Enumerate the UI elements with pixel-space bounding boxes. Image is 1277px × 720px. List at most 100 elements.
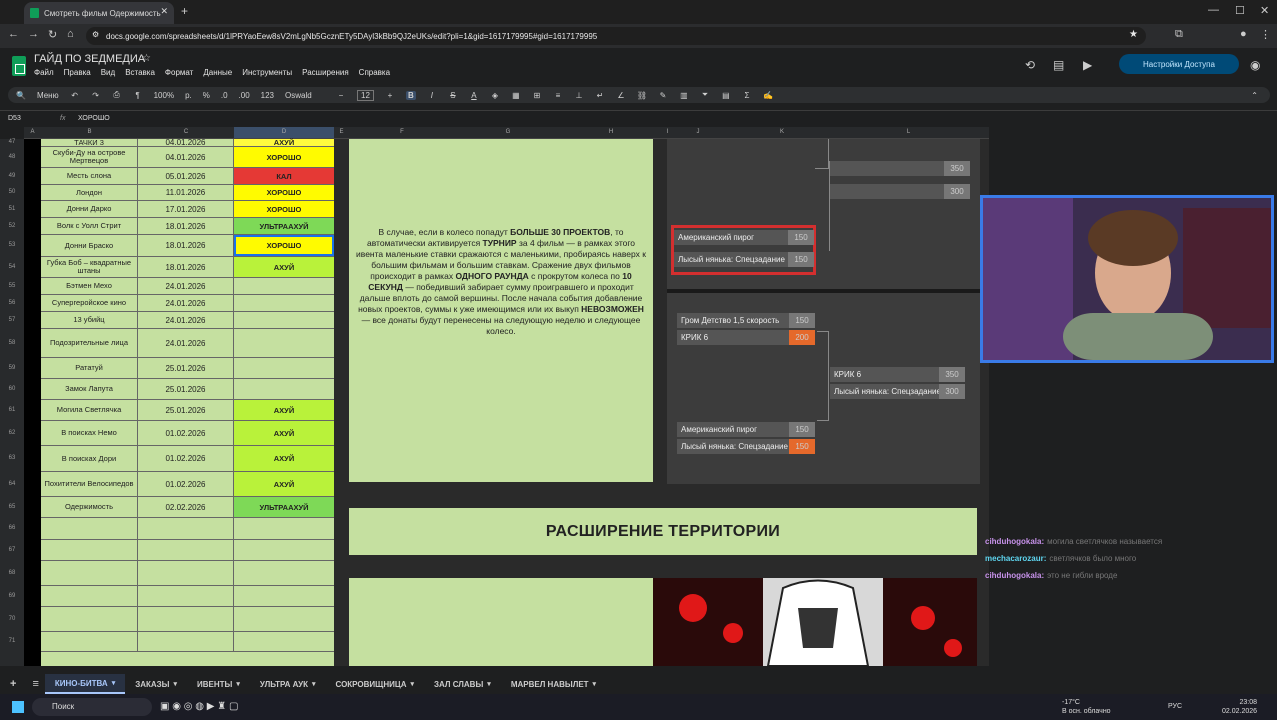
menu-item[interactable]: Вид: [101, 68, 115, 77]
collapse-toolbar-icon[interactable]: ⌃: [1251, 91, 1258, 100]
menu-item[interactable]: Инструменты: [242, 68, 292, 77]
sheet-tab[interactable]: КИНО-БИТВА ▾: [44, 674, 126, 694]
movie-name-cell[interactable]: 13 убийц: [41, 312, 138, 328]
extension-header[interactable]: РАСШИРЕНИЕ ТЕРРИТОРИИ: [349, 508, 977, 555]
row-header[interactable]: 54: [0, 264, 24, 270]
rating-cell[interactable]: АХУЙ: [234, 446, 334, 471]
date-cell[interactable]: 25.01.2026: [138, 400, 234, 420]
movie-name-cell[interactable]: Скуби-Ду на острове Мертвецов: [41, 147, 138, 167]
star-icon[interactable]: ☆: [142, 53, 151, 64]
document-title[interactable]: ГАЙД ПО ЗЕДМЕДИА: [34, 53, 145, 65]
profile-icon[interactable]: ●: [1240, 28, 1247, 40]
row-header[interactable]: 61: [0, 407, 24, 413]
row-header[interactable]: 70: [0, 616, 24, 622]
rating-cell[interactable]: [234, 329, 334, 357]
column-header[interactable]: H: [561, 129, 661, 135]
date-cell[interactable]: 01.02.2026: [138, 446, 234, 471]
menu-item[interactable]: Формат: [165, 68, 193, 77]
date-cell[interactable]: 24.01.2026: [138, 278, 234, 294]
rating-cell[interactable]: КАЛ: [234, 168, 334, 184]
menus-search[interactable]: Меню: [37, 91, 59, 100]
column-header[interactable]: I: [661, 129, 674, 135]
merge-cells-icon[interactable]: ⊞: [532, 91, 542, 100]
home-icon[interactable]: ⌂: [67, 28, 74, 40]
row-header[interactable]: 68: [0, 570, 24, 576]
formula-input[interactable]: ХОРОШО: [78, 115, 110, 122]
column-header[interactable]: C: [138, 129, 234, 135]
redo-icon[interactable]: ↷: [91, 91, 101, 100]
menu-item[interactable]: Расширения: [302, 68, 349, 77]
rating-cell[interactable]: [234, 561, 334, 585]
row-header[interactable]: 50: [0, 189, 24, 195]
functions-icon[interactable]: Σ: [742, 91, 752, 100]
sheets-logo-icon[interactable]: [12, 56, 26, 76]
date-cell[interactable]: 01.02.2026: [138, 472, 234, 496]
date-cell[interactable]: [138, 518, 234, 539]
taskbar-search[interactable]: Поиск: [32, 698, 152, 716]
rating-cell[interactable]: АХУЙ: [234, 400, 334, 420]
column-header[interactable]: K: [722, 129, 842, 135]
weather-widget[interactable]: -17°C В осн. облачно: [1062, 698, 1111, 716]
row-header[interactable]: 69: [0, 593, 24, 599]
rating-cell[interactable]: АХУЙ: [234, 421, 334, 445]
column-header[interactable]: F: [349, 129, 455, 135]
percent-button[interactable]: %: [203, 91, 210, 100]
paint-format-icon[interactable]: ¶: [133, 91, 143, 100]
increase-decimal-button[interactable]: .00: [239, 91, 250, 100]
rating-cell[interactable]: [234, 358, 334, 378]
column-header[interactable]: A: [24, 129, 41, 135]
date-cell[interactable]: 04.01.2026: [138, 147, 234, 167]
clock[interactable]: 23:08 02.02.2026: [1222, 698, 1257, 716]
sheet-tab[interactable]: ЗАЛ СЛАВЫ ▾: [424, 680, 501, 689]
rating-cell[interactable]: [234, 312, 334, 328]
row-header[interactable]: 48: [0, 154, 24, 160]
font-select[interactable]: Oswald: [285, 91, 325, 100]
column-header[interactable]: L: [842, 129, 975, 135]
tab-dropdown-icon[interactable]: ▾: [593, 680, 597, 688]
movie-name-cell[interactable]: Похитители Велосипедов: [41, 472, 138, 496]
menu-item[interactable]: Данные: [203, 68, 232, 77]
row-header[interactable]: 55: [0, 283, 24, 289]
back-icon[interactable]: ←: [8, 28, 19, 40]
rating-cell[interactable]: [234, 518, 334, 539]
font-size-field[interactable]: 12: [357, 89, 374, 101]
windows-start-icon[interactable]: [12, 701, 24, 713]
currency-button[interactable]: р.: [185, 91, 192, 100]
row-header[interactable]: 71: [0, 638, 24, 644]
undo-icon[interactable]: ↶: [70, 91, 80, 100]
align-vertical-icon[interactable]: ⊥: [574, 91, 584, 100]
account-avatar-icon[interactable]: ◉: [1250, 58, 1260, 72]
site-info-icon[interactable]: ⚙: [92, 30, 99, 39]
row-header[interactable]: 59: [0, 365, 24, 371]
meet-icon[interactable]: ▶: [1083, 58, 1092, 72]
movie-name-cell[interactable]: [41, 540, 138, 560]
print-icon[interactable]: ⎙: [112, 90, 122, 100]
movie-name-cell[interactable]: [41, 586, 138, 606]
row-header[interactable]: 49: [0, 173, 24, 179]
column-header[interactable]: E: [334, 129, 349, 135]
movie-name-cell[interactable]: Супергеройское кино: [41, 295, 138, 311]
taskbar-apps-icon[interactable]: ▣ ◉ ◎ ◍ ▶ ♜ ▢: [160, 701, 238, 712]
movie-name-cell[interactable]: Подозрительные лица: [41, 329, 138, 357]
movie-name-cell[interactable]: [41, 607, 138, 631]
tab-dropdown-icon[interactable]: ▾: [410, 680, 414, 688]
tab-dropdown-icon[interactable]: ▾: [487, 680, 491, 688]
row-header[interactable]: 64: [0, 481, 24, 487]
row-header[interactable]: 65: [0, 504, 24, 510]
menu-item[interactable]: Справка: [359, 68, 390, 77]
new-tab-icon[interactable]: +: [181, 4, 188, 18]
tab-dropdown-icon[interactable]: ▾: [312, 680, 316, 688]
row-header[interactable]: 52: [0, 223, 24, 229]
column-header[interactable]: J: [674, 129, 722, 135]
date-cell[interactable]: 17.01.2026: [138, 201, 234, 217]
date-cell[interactable]: 02.02.2026: [138, 497, 234, 517]
date-cell[interactable]: [138, 607, 234, 631]
date-cell[interactable]: 01.02.2026: [138, 421, 234, 445]
date-cell[interactable]: 25.01.2026: [138, 358, 234, 378]
input-tools-icon[interactable]: ✍: [763, 91, 773, 100]
rating-cell[interactable]: ХОРОШО: [234, 185, 334, 200]
rating-cell[interactable]: [234, 379, 334, 399]
movie-name-cell[interactable]: [41, 561, 138, 585]
share-button[interactable]: Настройки Доступа: [1119, 54, 1239, 74]
rating-cell[interactable]: [234, 278, 334, 294]
